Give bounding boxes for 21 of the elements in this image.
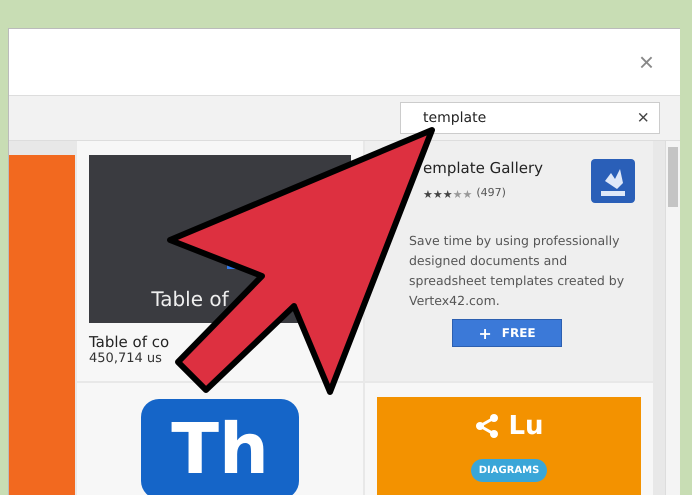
star-icon: ★ <box>423 188 433 201</box>
scrollbar[interactable] <box>665 141 680 495</box>
star-icon: ★ <box>462 188 472 201</box>
app-description: Save time by using professionally designed documents and spreadsheet templates created by Vertex42.com. <box>409 232 626 310</box>
clear-button[interactable]: × <box>637 106 649 130</box>
app-logo: Th <box>141 399 299 495</box>
free-button[interactable]: + FREE <box>452 319 562 347</box>
rating-count: (497) <box>476 186 506 199</box>
search-field[interactable]: template × <box>400 102 660 134</box>
diagrams-badge: DIAGRAMS <box>470 459 548 482</box>
app-title: emplate Gallery <box>423 159 544 177</box>
app-title: Table of co <box>89 333 170 351</box>
app-icon <box>591 159 635 203</box>
star-icon: ★ <box>442 188 453 201</box>
share-icon <box>474 413 500 439</box>
thumbnail-caption: Table of <box>151 287 229 311</box>
user-count: 450,714 us <box>89 351 163 366</box>
star-icon: ★ <box>432 188 443 201</box>
close-button[interactable]: × <box>634 49 658 75</box>
star-icon: ★ <box>452 188 462 201</box>
app-logo-text: Lu <box>508 411 544 441</box>
